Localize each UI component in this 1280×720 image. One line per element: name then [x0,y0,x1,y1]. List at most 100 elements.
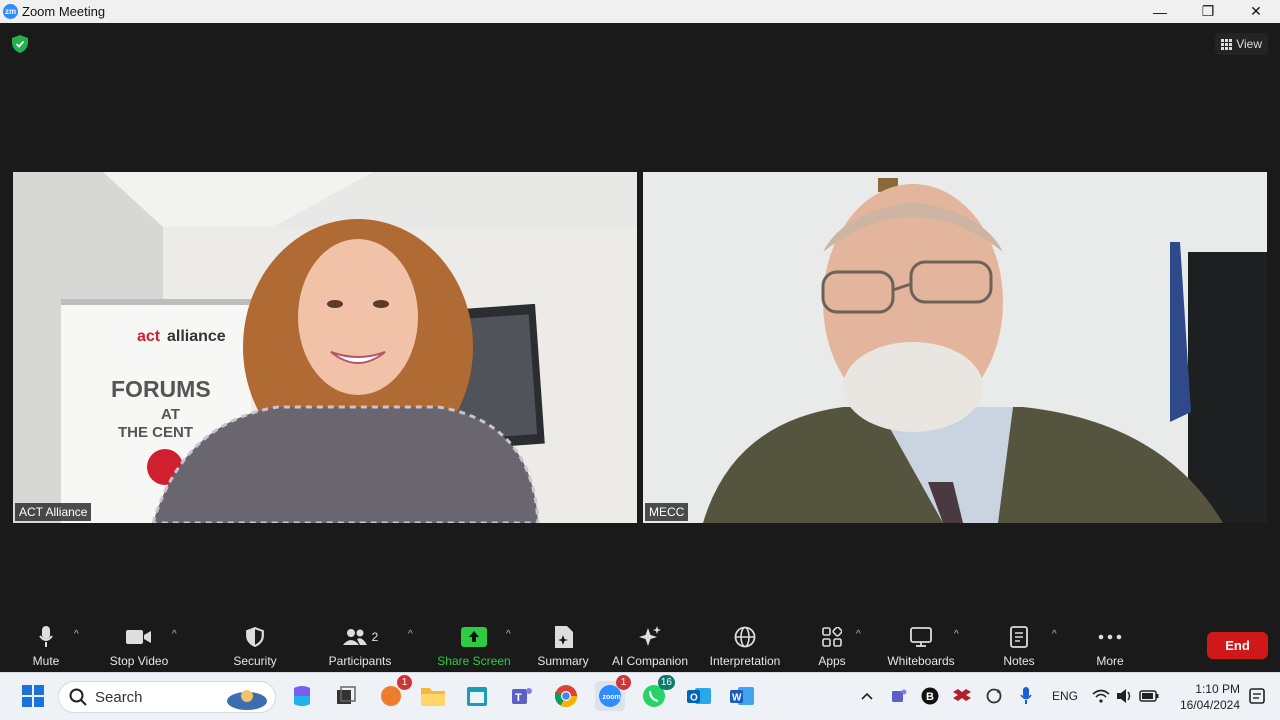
tray-battery-icon[interactable] [1134,681,1164,711]
word-icon[interactable]: W [727,681,757,711]
maximize-button[interactable]: ❐ [1184,0,1232,23]
more-dots-icon [1098,634,1122,640]
outlook-calendar-icon[interactable] [462,681,492,711]
tray-teams-icon[interactable] [884,681,914,711]
notification-center-icon[interactable] [1242,681,1272,711]
video-feed-act-alliance: act alliance FORUMS AT THE CENT [13,172,637,523]
participants-options-caret-icon[interactable]: ^ [408,629,413,640]
file-explorer-icon[interactable] [418,681,448,711]
notes-options-caret-icon[interactable]: ^ [1052,629,1057,640]
video-feed-mecc [643,172,1267,523]
office-icon[interactable]: 1 [376,675,412,711]
tray-sync-icon[interactable] [979,681,1009,711]
whatsapp-badge: 16 [657,675,675,690]
more-label: More [1096,654,1124,668]
interpretation-button[interactable]: Interpretation [703,621,787,672]
whiteboards-label: Whiteboards [887,654,955,668]
window-titlebar: zm Zoom Meeting — ❐ ✕ [0,0,1280,23]
office-badge: 1 [397,675,412,690]
search-placeholder: Search [95,688,143,706]
whatsapp-icon[interactable]: 16 [639,675,675,711]
banner-forums: FORUMS [111,376,211,402]
whiteboards-button[interactable]: Whiteboards [882,621,960,672]
apps-options-caret-icon[interactable]: ^ [856,629,861,640]
summary-document-icon [555,626,573,648]
encryption-shield-icon[interactable] [12,35,28,53]
apps-icon [822,627,842,647]
windows-start-icon[interactable] [18,681,48,711]
zoom-taskbar-icon[interactable]: zoom 1 [595,675,631,711]
outlook-icon[interactable]: O [684,681,714,711]
window-controls: — ❐ ✕ [1136,0,1280,23]
mute-label: Mute [32,654,60,668]
clock-date: 16/04/2024 [1179,698,1240,712]
svg-text:B: B [926,691,934,703]
copilot-icon[interactable] [287,681,317,711]
whiteboards-options-caret-icon[interactable]: ^ [954,629,959,640]
tray-microphone-icon[interactable] [1011,681,1041,711]
zoom-app-icon: zm [3,4,18,19]
apps-label: Apps [818,654,846,668]
teams-icon[interactable]: T [507,681,537,711]
tray-b-icon[interactable]: B [915,681,945,711]
chrome-icon[interactable] [551,681,581,711]
notes-button[interactable]: Notes [999,621,1039,672]
zoom-badge: 1 [616,675,631,690]
summary-label: Summary [537,654,589,668]
participants-count: 2 [371,630,379,644]
participant-name-tag: MECC [645,503,689,521]
task-view-icon[interactable] [331,681,361,711]
video-tile-act-alliance[interactable]: act alliance FORUMS AT THE CENT ACT Alli… [13,172,637,523]
windows-taskbar: Search 1 T zoom 1 16 O W B ENG 1:10 PM 16… [0,672,1280,720]
microphone-icon [39,626,53,647]
notes-icon [1010,626,1028,648]
security-shield-icon [246,627,264,647]
participants-label: Participants [328,654,392,668]
tray-overflow-chevron-icon[interactable] [852,681,882,711]
meeting-area: View act alliance FORUMS AT THE CENT ACT… [0,23,1280,621]
taskbar-clock[interactable]: 1:10 PM 16/04/2024 [1170,681,1240,713]
tray-language[interactable]: ENG [1052,689,1078,703]
search-highlight-icon [227,690,267,710]
end-meeting-button[interactable]: End [1207,632,1268,659]
grid-icon [1221,38,1233,50]
meeting-toolbar: Mute ^ Stop Video ^ Security 2 Participa… [0,621,1280,672]
video-camera-icon [126,630,151,644]
view-button[interactable]: View [1215,33,1268,55]
participants-icon [342,629,367,645]
security-button[interactable]: Security [229,621,281,672]
window-title: Zoom Meeting [22,4,106,19]
stop-video-button[interactable]: Stop Video [104,621,174,672]
view-label: View [1236,37,1262,51]
tray-dropbox-icon[interactable] [947,681,977,711]
participant-name-tag: ACT Alliance [15,503,92,521]
svg-text:O: O [690,693,698,704]
banner-at: AT [161,406,180,423]
search-icon [69,688,87,706]
svg-text:T: T [515,692,522,704]
share-screen-button[interactable]: Share Screen [436,621,512,672]
close-button[interactable]: ✕ [1232,0,1280,23]
security-label: Security [233,654,277,668]
apps-button[interactable]: Apps [814,621,850,672]
video-options-caret-icon[interactable]: ^ [172,629,177,640]
video-tile-mecc[interactable]: MECC [643,172,1267,523]
more-button[interactable]: More [1090,621,1130,672]
mute-options-caret-icon[interactable]: ^ [74,629,79,640]
stop-video-label: Stop Video [109,654,169,668]
ai-companion-label: AI Companion [611,654,689,668]
interpretation-label: Interpretation [709,654,781,668]
clock-time: 1:10 PM [1195,682,1240,696]
whiteboard-icon [910,627,932,647]
share-options-caret-icon[interactable]: ^ [506,629,511,640]
globe-icon [734,626,756,648]
mute-button[interactable]: Mute [26,621,66,672]
taskbar-search-input[interactable]: Search [58,681,276,713]
share-screen-icon [461,627,487,647]
ai-companion-button[interactable]: AI Companion [608,621,692,672]
participants-button[interactable]: 2 Participants [324,621,396,672]
summary-button[interactable]: Summary [534,621,592,672]
minimize-button[interactable]: — [1136,0,1184,23]
ai-sparkle-icon [639,626,661,646]
svg-text:W: W [732,693,742,704]
